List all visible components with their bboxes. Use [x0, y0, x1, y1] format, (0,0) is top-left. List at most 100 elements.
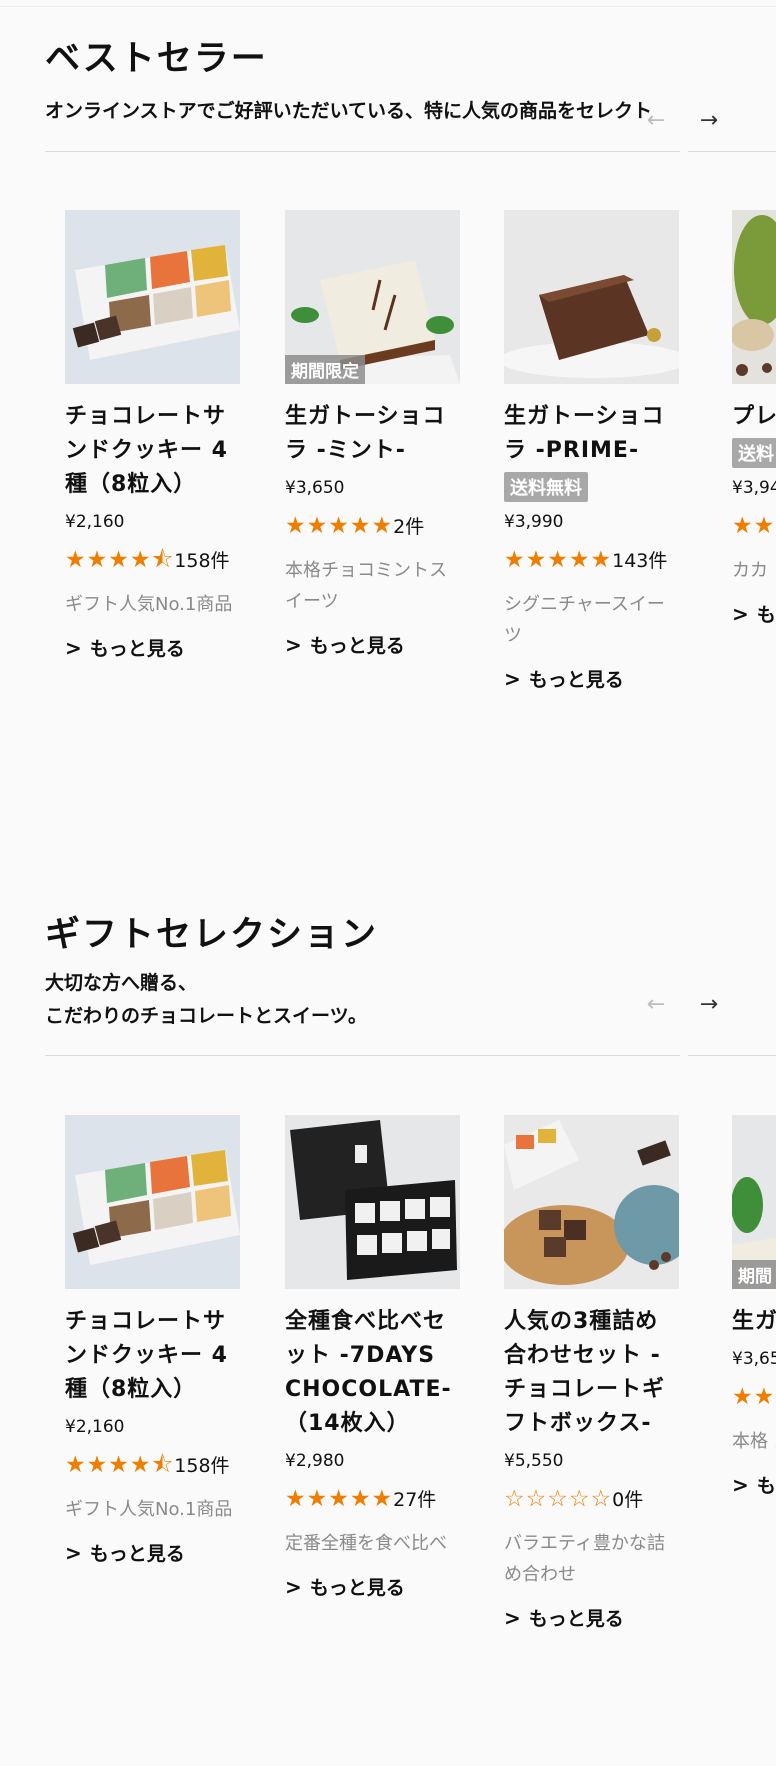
- chevron-right-icon: >: [65, 1540, 82, 1565]
- product-rating: ★★: [732, 512, 776, 541]
- product-card[interactable]: 人気の3種詰め合わせセット -チョコレートギフトボックス- ¥5,550 ☆☆☆…: [504, 1115, 679, 1631]
- product-name[interactable]: 人気の3種詰め合わせセット -チョコレートギフトボックス-: [504, 1305, 679, 1441]
- product-name[interactable]: 生ガトーショコラ -PRIME-: [504, 400, 679, 468]
- product-image[interactable]: [504, 210, 679, 384]
- chevron-right-icon: >: [285, 1574, 302, 1599]
- product-catchcopy: ギフト人気No.1商品: [65, 594, 233, 615]
- more-link-label: もっと見る: [528, 1608, 624, 1630]
- product-price: ¥2,160: [65, 1417, 125, 1437]
- product-name[interactable]: チョコレートサンドクッキー 4種（8粒入）: [65, 1305, 240, 1407]
- carousel-prev-arrow-icon[interactable]: ←: [642, 107, 670, 135]
- product-catchcopy: 本格 スイ: [732, 1431, 776, 1452]
- more-link[interactable]: > も: [732, 600, 776, 627]
- product-image[interactable]: [285, 1115, 460, 1289]
- section-title: ギフトセレクション: [45, 915, 379, 955]
- product-rating: ★★★★⯪158件: [65, 1451, 240, 1480]
- product-image[interactable]: 期間: [732, 1115, 776, 1289]
- product-card[interactable]: プレ ス 3 入） 送料 ¥3,94 ★★ カカ しむ >も: [732, 210, 776, 627]
- product-carousel: チョコレートサンドクッキー 4種（8粒入） ¥2,160 ★★★★⯪158件 ギ…: [0, 210, 776, 830]
- 7days-box-image: [285, 1115, 460, 1289]
- chevron-right-icon: >: [65, 635, 82, 660]
- more-link[interactable]: > もっと見る: [65, 634, 240, 661]
- rating-stars-icon: ★★: [732, 1384, 776, 1410]
- chevron-right-icon: >: [732, 1472, 749, 1497]
- more-link[interactable]: > もっと見る: [504, 1604, 679, 1631]
- section-divider-right: [688, 1055, 776, 1056]
- bestseller-section: ベストセラー オンラインストアでご好評いただいている、特に人気の商品をセレクト …: [0, 0, 776, 800]
- product-card[interactable]: チョコレートサンドクッキー 4種（8粒入） ¥2,160 ★★★★⯪158件 ギ…: [65, 210, 240, 661]
- product-carousel: チョコレートサンドクッキー 4種（8粒入） ¥2,160 ★★★★⯪158件 ギ…: [0, 1115, 776, 1755]
- carousel-next-arrow-icon[interactable]: →: [695, 107, 723, 135]
- limited-badge: 期間: [732, 1260, 776, 1289]
- more-link-label: も: [756, 604, 776, 626]
- product-catchcopy: ギフト人気No.1商品: [65, 1499, 233, 1520]
- more-link[interactable]: > もっと見る: [65, 1539, 240, 1566]
- product-price: ¥2,160: [65, 512, 125, 532]
- product-catchcopy: バラエティ豊かな詰め合わせ: [504, 1533, 665, 1585]
- more-link[interactable]: > も: [732, 1471, 776, 1498]
- more-link[interactable]: > もっと見る: [504, 665, 679, 692]
- product-rating: ★★★★★2件: [285, 512, 460, 541]
- product-price: ¥3,94: [732, 478, 776, 498]
- product-image[interactable]: [732, 210, 776, 384]
- section-divider: [45, 1055, 680, 1056]
- product-card[interactable]: 期間限定 生ガトーショコラ -ミント- ¥3,650 ★★★★★2件 本格チョコ…: [285, 210, 460, 658]
- product-image[interactable]: 期間限定: [285, 210, 460, 384]
- product-card[interactable]: チョコレートサンドクッキー 4種（8粒入） ¥2,160 ★★★★⯪158件 ギ…: [65, 1115, 240, 1566]
- product-card[interactable]: 期間 生ガ ラ - ¥3,65 ★★ 本格 スイ >も: [732, 1115, 776, 1498]
- more-link-label: も: [756, 1475, 776, 1497]
- rating-stars-icon: ☆☆☆☆☆: [504, 1486, 613, 1512]
- prime-gateau-image: [504, 210, 679, 384]
- product-catchcopy: 本格チョコミントスイーツ: [285, 560, 447, 612]
- product-price: ¥3,65: [732, 1349, 776, 1369]
- review-count: 158件: [174, 1455, 230, 1477]
- review-count: 143件: [612, 550, 668, 572]
- product-image[interactable]: [504, 1115, 679, 1289]
- product-rating: ★★★★⯪158件: [65, 546, 240, 575]
- product-name[interactable]: 全種食べ比べセット -7DAYS CHOCOLATE-（14枚入）: [285, 1305, 460, 1441]
- product-rating: ★★★★★27件: [285, 1485, 460, 1514]
- product-name[interactable]: プレ ス 3 入）: [732, 400, 776, 434]
- more-link-label: もっと見る: [528, 669, 624, 691]
- carousel-prev-arrow-icon[interactable]: ←: [642, 991, 670, 1019]
- chevron-right-icon: >: [732, 601, 749, 626]
- section-description: 大切な方へ贈る、 こだわりのチョコレートとスイーツ。: [45, 972, 368, 1027]
- review-count: 27件: [393, 1489, 437, 1511]
- product-rating: ★★★★★143件: [504, 546, 679, 575]
- product-image[interactable]: [65, 210, 240, 384]
- section-description: オンラインストアでご好評いただいている、特に人気の商品をセレクト: [45, 100, 653, 122]
- product-image[interactable]: [65, 1115, 240, 1289]
- free-shipping-tag: 送料: [732, 438, 776, 468]
- more-link-label: もっと見る: [89, 1543, 185, 1565]
- rating-stars-icon: ★★: [732, 513, 776, 539]
- product-price: ¥3,650: [285, 478, 345, 498]
- product-catchcopy: カカ しむ: [732, 560, 776, 581]
- section-title: ベストセラー: [45, 39, 268, 79]
- product-rating: ★★: [732, 1383, 776, 1412]
- carousel-next-arrow-icon[interactable]: →: [695, 991, 723, 1019]
- product-card[interactable]: 全種食べ比べセット -7DAYS CHOCOLATE-（14枚入） ¥2,980…: [285, 1115, 460, 1600]
- chevron-right-icon: >: [504, 666, 521, 691]
- cookie-box-image: [65, 210, 240, 384]
- chevron-right-icon: >: [285, 632, 302, 657]
- product-name[interactable]: 生ガトーショコラ -ミント-: [285, 400, 460, 468]
- gift-box-image: [504, 1115, 679, 1289]
- product-name[interactable]: チョコレートサンドクッキー 4種（8粒入）: [65, 400, 240, 502]
- review-count: 0件: [612, 1489, 644, 1511]
- product-name[interactable]: 生ガ ラ -: [732, 1305, 776, 1339]
- review-count: 158件: [174, 550, 230, 572]
- more-link[interactable]: > もっと見る: [285, 1573, 460, 1600]
- rating-stars-icon: ★★★★★: [285, 513, 394, 539]
- more-link-label: もっと見る: [309, 635, 405, 657]
- more-link[interactable]: > もっと見る: [285, 631, 460, 658]
- free-shipping-tag: 送料無料: [504, 472, 588, 502]
- product-card[interactable]: 生ガトーショコラ -PRIME- 送料無料 ¥3,990 ★★★★★143件 シ…: [504, 210, 679, 692]
- product-price: ¥3,990: [504, 512, 564, 532]
- more-link-label: もっと見る: [309, 1577, 405, 1599]
- product-price: ¥2,980: [285, 1451, 345, 1471]
- gift-selection-section: ギフトセレクション 大切な方へ贈る、 こだわりのチョコレートとスイーツ。 ← →: [0, 880, 776, 1766]
- rating-stars-icon: ★★★★★: [285, 1486, 394, 1512]
- review-count: 2件: [393, 516, 425, 538]
- chevron-right-icon: >: [504, 1605, 521, 1630]
- product-catchcopy: シグニチャースイーツ: [504, 594, 665, 646]
